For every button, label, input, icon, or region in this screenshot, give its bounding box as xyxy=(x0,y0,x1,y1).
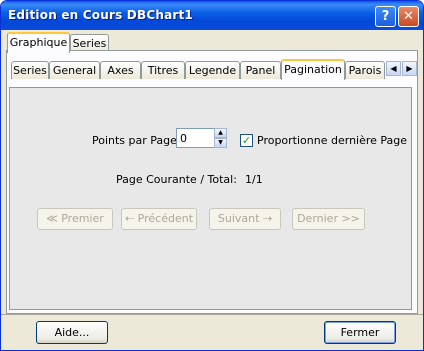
tab-series[interactable]: Series xyxy=(11,61,49,79)
close-title-button[interactable]: ✕ xyxy=(398,6,419,27)
scroll-right-icon[interactable]: ▶ xyxy=(402,61,417,76)
help-button[interactable]: Aide... xyxy=(36,321,108,344)
tab-scroll: ◀ ▶ xyxy=(386,61,418,76)
points-per-page-label: Points par Page: xyxy=(92,134,181,147)
tab-legende[interactable]: Legende xyxy=(185,61,240,79)
points-per-page-input[interactable]: 0 xyxy=(176,128,215,148)
current-page-value: 1/1 xyxy=(245,173,263,186)
tab-axes[interactable]: Axes xyxy=(100,61,141,79)
tab-graphique[interactable]: Graphique xyxy=(7,32,70,53)
dialog-body: Graphique Series Series General Axes Tit… xyxy=(5,31,419,347)
points-per-page-value: 0 xyxy=(180,132,187,145)
dialog-window: Edition en Cours DBChart1 ? ✕ Graphique … xyxy=(0,0,424,351)
pagination-panel xyxy=(9,87,412,310)
previous-page-button[interactable]: ⇠ Précédent xyxy=(121,208,197,230)
footer-divider xyxy=(1,314,423,315)
proportion-checkbox[interactable]: ✓ xyxy=(240,134,253,147)
title-bar[interactable]: Edition en Cours DBChart1 ? ✕ xyxy=(1,1,423,30)
window-title: Edition en Cours DBChart1 xyxy=(8,8,193,22)
current-page-label: Page Courante / Total: xyxy=(116,173,237,186)
spin-down-icon[interactable]: ▼ xyxy=(214,138,227,148)
tab-titres[interactable]: Titres xyxy=(141,61,185,79)
tab-pagination[interactable]: Pagination xyxy=(281,59,345,80)
close-button[interactable]: Fermer xyxy=(324,321,396,344)
next-page-button[interactable]: Suivant ⇢ xyxy=(209,208,281,230)
tab-parois[interactable]: Parois xyxy=(345,61,385,79)
help-title-button[interactable]: ? xyxy=(375,6,396,27)
proportion-label: Proportionne dernière Page xyxy=(257,134,408,147)
tab-panel[interactable]: Panel xyxy=(240,61,281,79)
tab-general[interactable]: General xyxy=(49,61,100,79)
first-page-button[interactable]: ≪ Premier xyxy=(37,208,113,230)
sub-tab-row: Series General Axes Titres Legende Panel… xyxy=(11,59,391,81)
last-page-button[interactable]: Dernier >> xyxy=(292,208,365,230)
spin-up-icon[interactable]: ▲ xyxy=(214,128,227,138)
scroll-left-icon[interactable]: ◀ xyxy=(386,61,401,76)
